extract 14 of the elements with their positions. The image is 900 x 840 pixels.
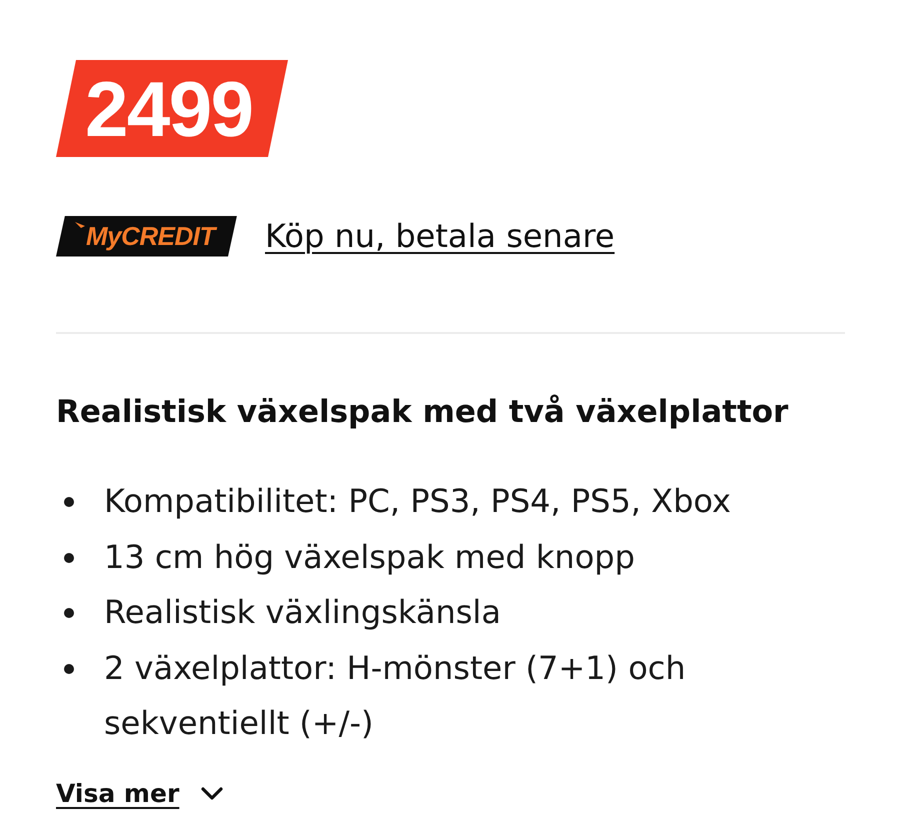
feature-text: Realistisk växlingskänsla bbox=[104, 592, 501, 633]
swoosh-icon bbox=[75, 222, 85, 228]
pay-later-link[interactable]: Köp nu, betala senare bbox=[265, 214, 615, 258]
bullet-icon bbox=[64, 497, 74, 507]
show-more-button[interactable]: Visa mer bbox=[56, 774, 224, 814]
bullet-icon bbox=[64, 608, 74, 618]
bullet-icon bbox=[64, 552, 74, 562]
credit-logo-text: MyCREDIT bbox=[86, 223, 215, 249]
price-badge: 2499 bbox=[56, 60, 288, 157]
feature-text: 2 växelplattor: H-mönster (7+1) och sekventiellt (+/-) bbox=[104, 648, 687, 744]
bullet-icon bbox=[64, 664, 74, 674]
feature-text: 13 cm hög växelspak med knopp bbox=[104, 536, 635, 578]
features-heading: Realistisk växelspak med två växelplattor bbox=[56, 393, 790, 432]
feature-text: Kompatibilitet: PC, PS3, PS4, PS5, Xbox bbox=[104, 481, 731, 522]
